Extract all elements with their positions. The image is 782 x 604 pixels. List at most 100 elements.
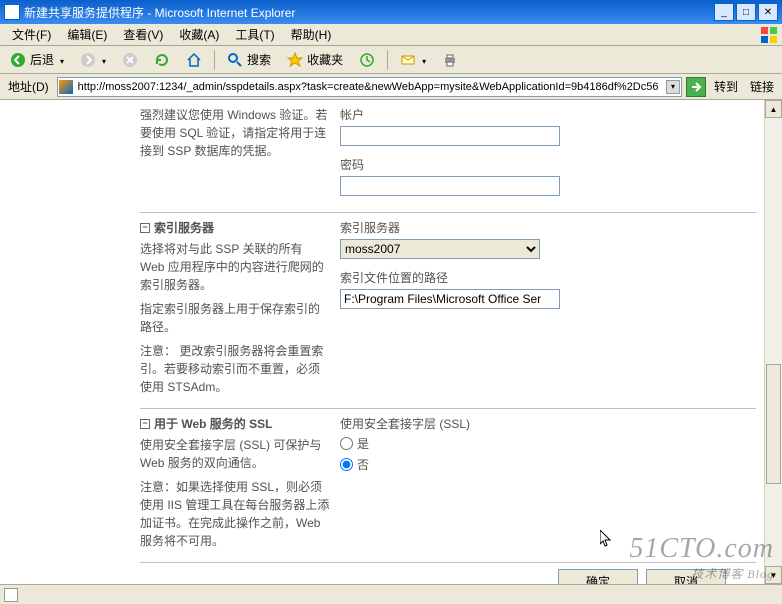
- field-password: 密码: [340, 156, 756, 196]
- star-icon: [287, 52, 303, 68]
- index-heading: − 索引服务器: [140, 219, 330, 236]
- back-dropdown-icon: [58, 53, 64, 67]
- mail-icon: [400, 52, 416, 68]
- menu-favorites[interactable]: 收藏(A): [171, 24, 227, 45]
- home-button[interactable]: [180, 50, 208, 70]
- index-path-input[interactable]: [340, 289, 560, 309]
- forward-dropdown-icon: [100, 53, 106, 67]
- history-icon: [359, 52, 375, 68]
- index-text1: 选择将对与此 SSP 关联的所有 Web 应用程序中的内容进行爬网的索引服务器。: [140, 240, 330, 294]
- account-label: 帐户: [340, 106, 756, 123]
- favicon-icon: [59, 80, 73, 94]
- toolbar: 后退 搜索 收藏夹: [0, 46, 782, 74]
- back-button[interactable]: 后退: [4, 49, 70, 70]
- index-left: − 索引服务器 选择将对与此 SSP 关联的所有 Web 应用程序中的内容进行爬…: [140, 219, 340, 402]
- favorites-label: 收藏夹: [307, 51, 343, 68]
- ssl-radio-group: 是 否: [340, 435, 756, 473]
- ssl-no-option[interactable]: 否: [340, 456, 756, 473]
- menu-tools[interactable]: 工具(T): [227, 24, 282, 45]
- go-label: 转到: [710, 78, 742, 95]
- ok-button[interactable]: 确定: [558, 569, 638, 584]
- menu-help[interactable]: 帮助(H): [283, 24, 340, 45]
- address-bar: 地址(D) ▾ 转到 链接: [0, 74, 782, 100]
- password-label: 密码: [340, 156, 756, 173]
- field-account: 帐户: [340, 106, 756, 146]
- menu-file[interactable]: 文件(F): [4, 24, 59, 45]
- section-credential: 强烈建议您使用 Windows 验证。若要使用 SQL 验证，请指定将用于连接到…: [140, 100, 756, 212]
- toolbar-separator: [214, 50, 215, 70]
- minimize-button[interactable]: _: [714, 3, 734, 21]
- scroll-area: 强烈建议您使用 Windows 验证。若要使用 SQL 验证，请指定将用于连接到…: [0, 100, 764, 584]
- index-heading-text: 索引服务器: [154, 219, 214, 236]
- close-button[interactable]: ✕: [758, 3, 778, 21]
- menu-edit[interactable]: 编辑(E): [59, 24, 115, 45]
- print-button[interactable]: [436, 50, 464, 70]
- mail-dropdown-icon: [420, 53, 426, 67]
- ssl-field-label: 使用安全套接字层 (SSL): [340, 415, 756, 432]
- index-text2: 指定索引服务器上用于保存索引的路径。: [140, 300, 330, 336]
- watermark-main: 51CTO.com: [629, 533, 774, 564]
- ssl-no-label: 否: [357, 456, 369, 473]
- window-buttons: _ □ ✕: [714, 3, 778, 21]
- windows-logo-icon: [760, 26, 778, 44]
- favorites-button[interactable]: 收藏夹: [281, 49, 349, 70]
- url-dropdown-icon[interactable]: ▾: [666, 80, 680, 94]
- account-input[interactable]: [340, 126, 560, 146]
- home-icon: [186, 52, 202, 68]
- vertical-scrollbar[interactable]: ▲ ▼: [764, 100, 782, 584]
- history-button[interactable]: [353, 50, 381, 70]
- ssl-radio-no[interactable]: [340, 458, 353, 471]
- title-bar: 新建共享服务提供程序 - Microsoft Internet Explorer…: [0, 0, 782, 24]
- field-index-server: 索引服务器 moss2007: [340, 219, 756, 259]
- url-input[interactable]: [57, 77, 682, 97]
- credential-text: 强烈建议您使用 Windows 验证。若要使用 SQL 验证，请指定将用于连接到…: [140, 106, 330, 160]
- forward-button[interactable]: [74, 50, 112, 70]
- back-label: 后退: [30, 51, 54, 68]
- status-bar: [0, 584, 782, 604]
- ssl-heading-text: 用于 Web 服务的 SSL: [154, 415, 272, 432]
- collapse-icon[interactable]: −: [140, 223, 150, 233]
- go-arrow-icon: [690, 81, 702, 93]
- field-ssl: 使用安全套接字层 (SSL) 是 否: [340, 415, 756, 473]
- watermark: 51CTO.com 技术博客 Blog: [629, 533, 774, 582]
- toolbar-separator-2: [387, 50, 388, 70]
- ssl-yes-option[interactable]: 是: [340, 435, 756, 452]
- links-label[interactable]: 链接: [746, 78, 778, 95]
- maximize-button[interactable]: □: [736, 3, 756, 21]
- credential-right: 帐户 密码: [340, 106, 756, 206]
- mail-button[interactable]: [394, 50, 432, 70]
- menu-bar: 文件(F) 编辑(E) 查看(V) 收藏(A) 工具(T) 帮助(H): [0, 24, 782, 46]
- ie-icon: [4, 4, 20, 20]
- back-arrow-icon: [10, 52, 26, 68]
- scroll-up-arrow[interactable]: ▲: [765, 100, 782, 118]
- ssl-text1: 使用安全套接字层 (SSL) 可保护与 Web 服务的双向通信。: [140, 436, 330, 472]
- index-note: 注意： 更改索引服务器将会重置索引。若要移动索引而不重置，必须使用 STSAdm…: [140, 342, 330, 396]
- content-area: 强烈建议您使用 Windows 验证。若要使用 SQL 验证，请指定将用于连接到…: [0, 100, 782, 584]
- ssl-heading: − 用于 Web 服务的 SSL: [140, 415, 330, 432]
- menu-view[interactable]: 查看(V): [115, 24, 171, 45]
- search-label: 搜索: [247, 51, 271, 68]
- go-button[interactable]: [686, 77, 706, 97]
- watermark-sub: 技术博客 Blog: [629, 565, 774, 582]
- index-path-label: 索引文件位置的路径: [340, 269, 756, 286]
- index-server-select[interactable]: moss2007: [340, 239, 540, 259]
- refresh-icon: [154, 52, 170, 68]
- ssl-radio-yes[interactable]: [340, 437, 353, 450]
- status-icon: [4, 588, 18, 602]
- url-input-wrapper: ▾: [57, 77, 682, 97]
- index-right: 索引服务器 moss2007 索引文件位置的路径: [340, 219, 756, 402]
- refresh-button[interactable]: [148, 50, 176, 70]
- collapse-icon-2[interactable]: −: [140, 419, 150, 429]
- index-server-label: 索引服务器: [340, 219, 756, 236]
- section-index: − 索引服务器 选择将对与此 SSP 关联的所有 Web 应用程序中的内容进行爬…: [140, 212, 756, 408]
- ssl-yes-label: 是: [357, 435, 369, 452]
- password-input[interactable]: [340, 176, 560, 196]
- search-icon: [227, 52, 243, 68]
- scroll-track[interactable]: [765, 118, 782, 566]
- search-button[interactable]: 搜索: [221, 49, 277, 70]
- ssl-left: − 用于 Web 服务的 SSL 使用安全套接字层 (SSL) 可保护与 Web…: [140, 415, 340, 556]
- print-icon: [442, 52, 458, 68]
- scroll-thumb[interactable]: [766, 364, 781, 484]
- stop-button[interactable]: [116, 50, 144, 70]
- address-label: 地址(D): [4, 78, 53, 95]
